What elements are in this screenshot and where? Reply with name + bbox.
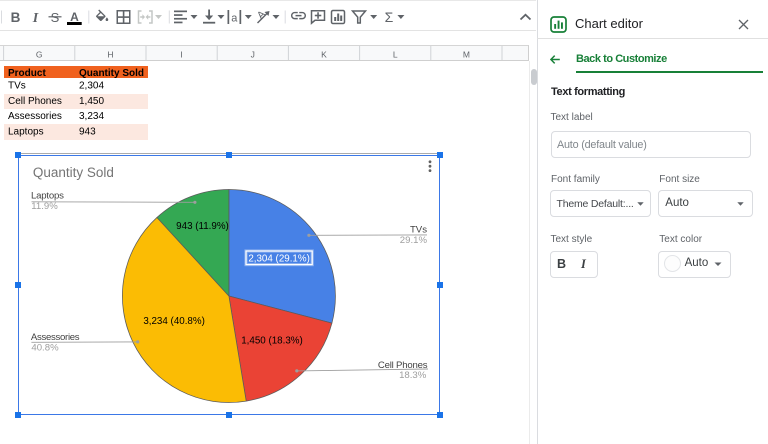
svg-text:A: A	[255, 8, 268, 21]
svg-text:S: S	[51, 10, 60, 25]
svg-text:Quantity Sold: Quantity Sold	[32, 164, 113, 179]
svg-text:943: 943	[79, 127, 96, 138]
svg-text:G: G	[36, 49, 43, 59]
svg-text:H: H	[107, 49, 113, 59]
svg-text:11.9%: 11.9%	[31, 201, 58, 212]
svg-text:Σ: Σ	[385, 9, 394, 25]
svg-text:Quantity Sold: Quantity Sold	[79, 68, 144, 79]
svg-text:943 (11.9%): 943 (11.9%)	[176, 221, 229, 232]
svg-text:I: I	[180, 49, 182, 59]
svg-text:Cell Phones: Cell Phones	[8, 96, 62, 107]
svg-text:K: K	[321, 49, 327, 59]
svg-text:3,234: 3,234	[79, 111, 104, 122]
svg-text:Laptops: Laptops	[31, 190, 64, 201]
svg-text:M: M	[463, 49, 470, 59]
svg-text:B: B	[11, 10, 21, 25]
svg-text:I: I	[32, 11, 39, 26]
svg-text:40.8%: 40.8%	[31, 342, 59, 353]
svg-text:Assessories: Assessories	[8, 111, 62, 122]
svg-text:A: A	[70, 10, 79, 24]
svg-text:J: J	[251, 49, 255, 59]
svg-text:TVs: TVs	[8, 81, 26, 92]
svg-text:Product: Product	[8, 68, 46, 79]
svg-text:2,304: 2,304	[79, 81, 104, 92]
svg-text:3,234 (40.8%): 3,234 (40.8%)	[143, 316, 205, 327]
svg-text:Laptops: Laptops	[8, 127, 44, 138]
svg-text:1,450 (18.3%): 1,450 (18.3%)	[241, 335, 303, 346]
svg-text:1,450: 1,450	[79, 96, 104, 107]
svg-text:18.3%: 18.3%	[399, 370, 427, 381]
svg-text:a: a	[231, 13, 238, 25]
svg-text:L: L	[393, 49, 398, 59]
svg-text:Cell Phones: Cell Phones	[377, 359, 427, 370]
svg-text:29.1%: 29.1%	[399, 234, 427, 245]
